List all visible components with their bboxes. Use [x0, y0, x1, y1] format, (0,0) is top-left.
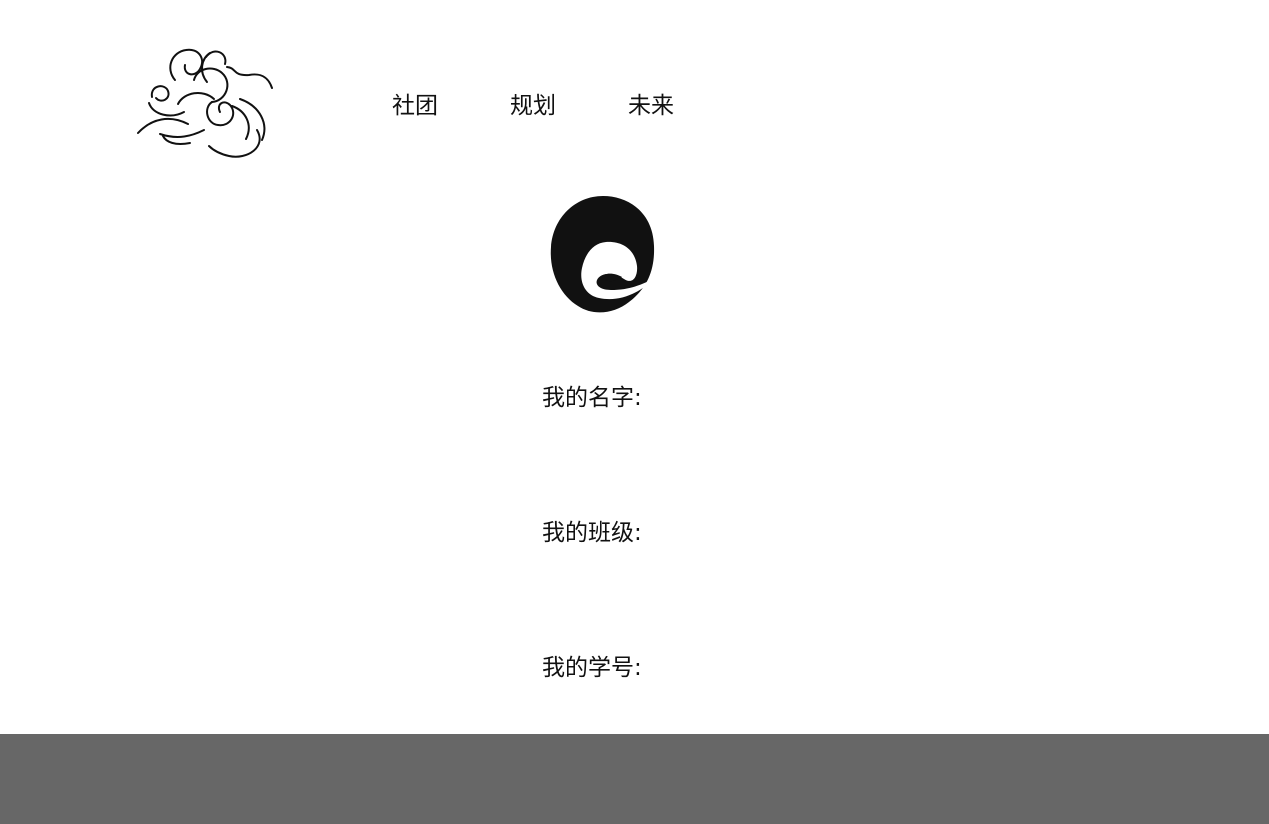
avatar — [548, 194, 658, 316]
swirl-cloud-icon — [137, 48, 273, 158]
nav-item-clubs[interactable]: 社团 — [392, 90, 438, 122]
swirl-avatar-icon — [550, 196, 656, 313]
nav-item-future[interactable]: 未来 — [628, 90, 674, 122]
name-label: 我的名字: — [542, 385, 642, 411]
nav-item-plans[interactable]: 规划 — [510, 90, 556, 122]
student-id-label: 我的学号: — [542, 655, 642, 681]
class-label: 我的班级: — [542, 520, 642, 546]
site-logo[interactable] — [136, 44, 278, 164]
footer — [0, 734, 1269, 824]
main-nav: 社团 规划 未来 — [392, 90, 674, 122]
